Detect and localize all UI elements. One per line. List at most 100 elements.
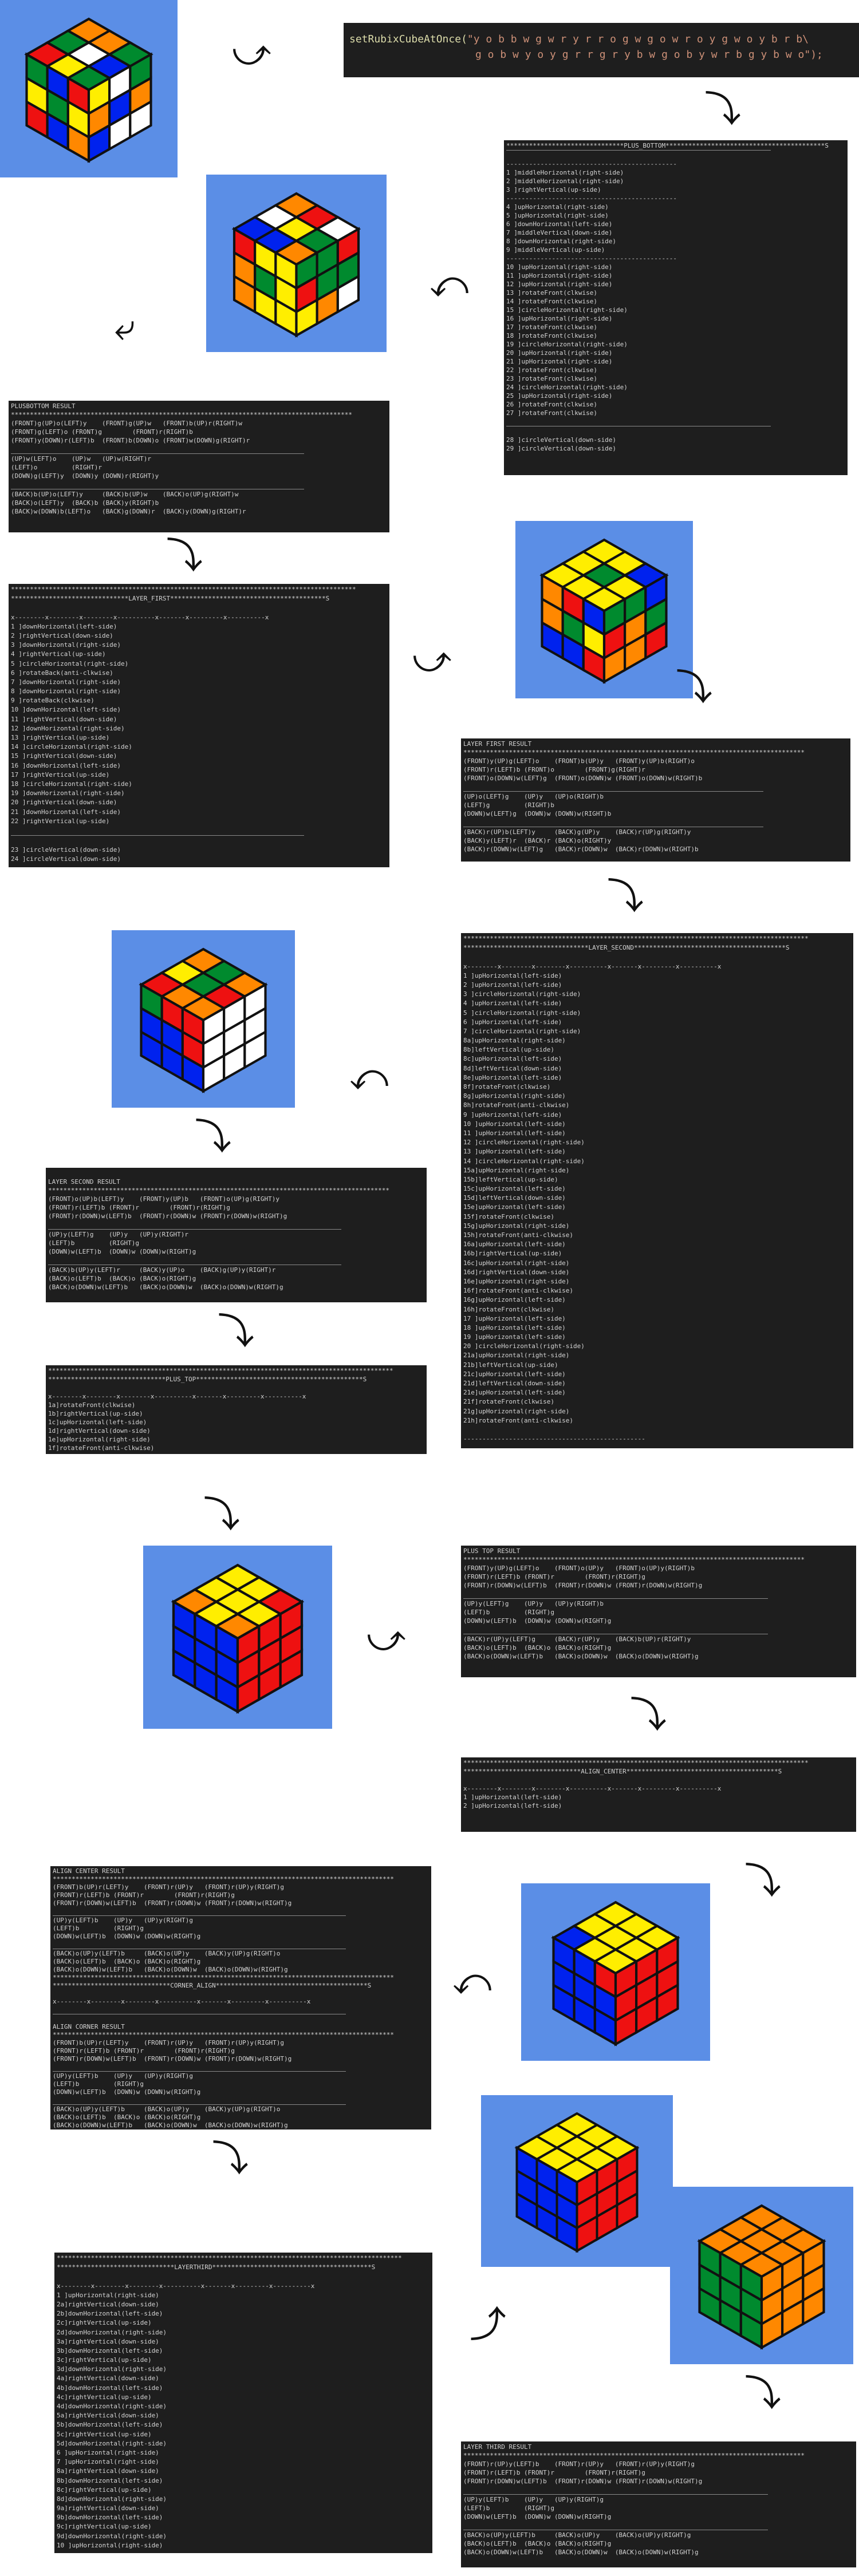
curved-arrow-icon: ⤵: [607, 876, 644, 918]
log-line: 9b]downHorizontal(left-side): [57, 2514, 163, 2522]
log-line: (BACK)w(DOWN)b(LEFT)o (BACK)g(DOWN)r (BA…: [11, 508, 246, 515]
log-line: (FRONT)b(UP)r(LEFT)y (FRONT)r(UP)y (FRON…: [53, 1883, 284, 1891]
log-line: 29 ]circleVertical(down-side): [506, 445, 617, 452]
log-line: 10 ]upHorizontal(right-side): [57, 2541, 163, 2549]
curved-arrow-icon: ⤻: [367, 1617, 406, 1660]
log-line: 12 ]downHorizontal(right-side): [11, 724, 125, 732]
log-line: 6 ]downHorizontal(left-side): [506, 220, 613, 228]
log-line: (BACK)o(UP)y(LEFT)b (BACK)o(UP)y (BACK)y…: [53, 2105, 281, 2113]
cube-image: [112, 930, 295, 1108]
log-line: 19 ]downHorizontal(right-side): [11, 789, 125, 797]
log-line: 9 ]middleVertical(up-side): [506, 246, 605, 254]
log-line: (BACK)o(DOWN)w(LEFT)b (BACK)o(DOWN)w (BA…: [53, 1966, 288, 1973]
curved-arrow-icon: ⤵: [676, 667, 712, 709]
log-line: 19 ]upHorizontal(left-side): [463, 1333, 566, 1341]
plusbottom-result-log: PLUSBOTTOM RESULT ***********************…: [9, 401, 389, 532]
log-line: 8a]upHorizontal(right-side): [463, 1037, 566, 1045]
log-line: 5d]downHorizontal(right-side): [57, 2439, 167, 2447]
cube-image: [521, 1883, 710, 2061]
log-line: 4d]downHorizontal(right-side): [57, 2403, 167, 2410]
log-line: ----------------------------------------…: [506, 160, 677, 168]
log-line: 17 ]rotateFront(clkwise): [506, 323, 597, 331]
log-line: 6 ]upHorizontal(left-side): [463, 1018, 562, 1026]
log-line: x--------x--------x--------x----------x-…: [11, 613, 269, 621]
log-line: (FRONT)o(DOWN)w(LEFT)g (FRONT)o(DOWN)w (…: [463, 775, 703, 782]
log-line: 27 ]rotateFront(clkwise): [506, 409, 597, 417]
log-line: 18 ]circleHorizontal(right-side): [11, 780, 132, 788]
log-line: 6 ]rotateBack(anti-clkwise): [11, 669, 113, 677]
log-line: ****************************************…: [57, 2254, 402, 2262]
log-line: 8f]rotateFront(clkwise): [463, 1083, 551, 1091]
cube-drawing: [139, 947, 268, 1093]
log-line: 14 ]rotateFront(clkwise): [506, 298, 597, 305]
log-line: (FRONT)r(LEFT)b (FRONT)o (FRONT)g(RIGHT)…: [463, 766, 645, 773]
cube-image: [0, 0, 178, 177]
log-line: (UP)o(LEFT)g (UP)y (UP)o(RIGHT)b: [463, 793, 604, 800]
log-line: (UP)y(LEFT)g (UP)y (UP)y(RIGHT)b: [463, 1600, 604, 1607]
log-line: 7 ]middleVertical(down-side): [506, 229, 613, 236]
log-line: ALIGN CORNER RESULT: [53, 2023, 125, 2030]
log-line: (FRONT)r(DOWN)w(LEFT)b (FRONT)r(DOWN)w (…: [463, 1582, 703, 1589]
log-line: 16b]rightVertical(up-side): [463, 1250, 562, 1258]
log-line: (DOWN)w(LEFT)b (DOWN)w (DOWN)w(RIGHT)g: [53, 2088, 201, 2096]
layer-first-log: ****************************************…: [9, 584, 389, 867]
log-line: 21e]upHorizontal(left-side): [463, 1389, 566, 1397]
log-line: (FRONT)y(UP)g(LEFT)o (FRONT)o(UP)y (FRON…: [463, 1564, 695, 1572]
log-line: 3b]downHorizontal(left-side): [57, 2346, 163, 2354]
separator-rule: [463, 2494, 768, 2495]
log-line: 25 ]upHorizontal(right-side): [506, 392, 613, 400]
log-line: 22 ]rightVertical(up-side): [11, 817, 110, 825]
log-line: 15c]upHorizontal(left-side): [463, 1185, 566, 1193]
log-line: 1c]upHorizontal(left-side): [48, 1419, 147, 1426]
log-line: 21d]leftVertical(down-side): [463, 1380, 566, 1387]
log-line: 15e]upHorizontal(left-side): [463, 1203, 566, 1211]
log-line: 21 ]upHorizontal(right-side): [506, 358, 613, 365]
log-line: 15f]rotateFront(clkwise): [463, 1212, 554, 1220]
log-line: 3 ]circleHorizontal(right-side): [463, 990, 581, 998]
log-line: 15 ]circleHorizontal(right-side): [506, 306, 628, 314]
curved-arrow-icon: ⤺: [430, 263, 469, 306]
log-line: 8c]rightVertical(up-side): [57, 2486, 152, 2494]
log-line: 5b]downHorizontal(left-side): [57, 2421, 163, 2429]
log-line: 9c]rightVertical(up-side): [57, 2523, 152, 2531]
log-line: 11 ]rightVertical(down-side): [11, 715, 117, 723]
log-line: 8a]rightVertical(down-side): [57, 2467, 159, 2475]
curved-arrow-icon: ⤺: [349, 1056, 389, 1099]
log-line: 12 ]circleHorizontal(right-side): [463, 1139, 585, 1147]
log-line: 7 ]downHorizontal(right-side): [11, 678, 121, 686]
log-line: *******************************PLUS_BOTT…: [506, 142, 829, 149]
log-line: (FRONT)b(UP)r(LEFT)y (FRONT)r(UP)y (FRON…: [53, 2039, 284, 2046]
log-line: 4a]rightVertical(down-side): [57, 2374, 159, 2383]
separator-rule: [48, 1229, 342, 1230]
log-line: 15g]upHorizontal(right-side): [463, 1222, 570, 1230]
log-line: 15a]upHorizontal(right-side): [463, 1166, 570, 1174]
log-line: 21f]rotateFront(clkwise): [463, 1398, 554, 1406]
separator-rule: [463, 1598, 768, 1599]
separator-rule: [11, 453, 305, 454]
log-line: 24 ]circleHorizontal(right-side): [506, 384, 628, 391]
cube-image: [515, 521, 693, 698]
log-line: (LEFT)b (RIGHT)g: [48, 1239, 139, 1247]
log-line: (UP)y(LEFT)b (UP)y (UP)y(RIGHT)g: [463, 2496, 604, 2503]
log-line: (BACK)o(DOWN)w(LEFT)b (BACK)o(DOWN)w (BA…: [463, 2549, 699, 2556]
log-line: ****************************************…: [53, 1875, 395, 1883]
cube-image: [143, 1546, 332, 1729]
curved-arrow-icon: ⤶: [115, 306, 135, 349]
log-line: x--------x--------x--------x----------x-…: [57, 2282, 315, 2290]
log-line: 28 ]circleVertical(down-side): [506, 436, 617, 444]
layer-first-result-log: LAYER FIRST RESULT **********************…: [461, 738, 850, 862]
log-line: 16e]upHorizontal(right-side): [463, 1277, 570, 1285]
log-line: 9a]rightVertical(down-side): [57, 2504, 159, 2512]
log-line: ****************************************…: [463, 2452, 805, 2459]
